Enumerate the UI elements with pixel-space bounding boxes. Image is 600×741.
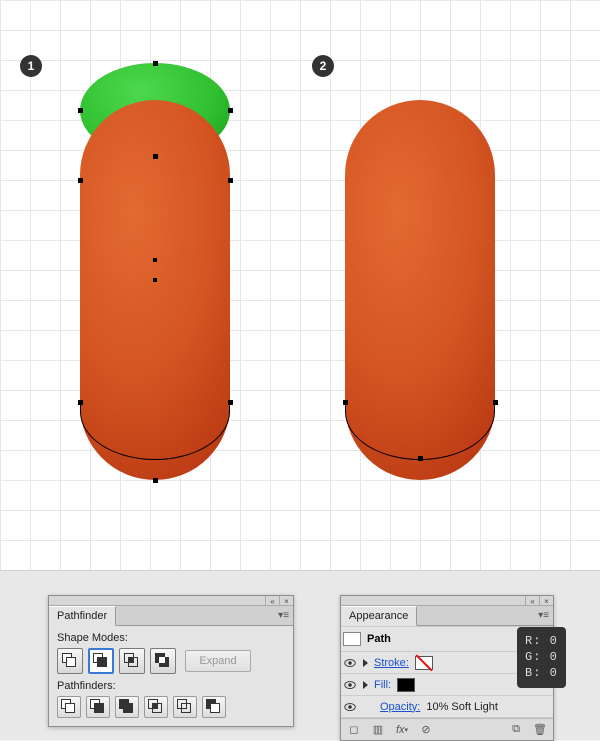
panel-titlebar[interactable]: « ×: [341, 596, 553, 606]
rgb-g: G: 0: [525, 649, 558, 665]
panel-menu-icon[interactable]: ▾≡: [278, 610, 289, 621]
anchor-point[interactable]: [228, 108, 233, 113]
pathfinder-body: Shape Modes: Expand Pathfinders:: [49, 626, 293, 726]
new-art-basic-icon[interactable]: ◻: [345, 722, 363, 738]
anchor-point[interactable]: [153, 61, 158, 66]
anchor-point[interactable]: [153, 478, 158, 483]
pathfinders-label: Pathfinders:: [57, 680, 285, 692]
opacity-row[interactable]: Opacity: 10% Soft Light: [341, 696, 553, 718]
shape-modes-label: Shape Modes:: [57, 632, 285, 644]
center-point: [153, 258, 157, 262]
step-badge-1: 1: [20, 55, 42, 77]
disclosure-icon[interactable]: [363, 681, 368, 689]
panel-titlebar[interactable]: « ×: [49, 596, 293, 606]
trash-icon[interactable]: 🗑: [531, 722, 549, 738]
shape-mode-unite[interactable]: [57, 648, 83, 674]
layers-icon[interactable]: ▥: [369, 722, 387, 738]
opacity-label[interactable]: Opacity:: [380, 701, 420, 713]
artboard-grid: 1 2: [0, 0, 600, 570]
visibility-toggle[interactable]: [343, 656, 357, 670]
visibility-toggle[interactable]: [343, 700, 357, 714]
center-point: [153, 278, 157, 282]
pathfinder-trim[interactable]: [86, 696, 110, 718]
panel-menu-icon[interactable]: ▾≡: [538, 610, 549, 621]
tab-pathfinder[interactable]: Pathfinder: [49, 606, 116, 626]
close-icon[interactable]: ×: [279, 596, 293, 606]
pathfinder-outline[interactable]: [173, 696, 197, 718]
shape-mode-intersect[interactable]: [119, 648, 145, 674]
clear-icon[interactable]: ⊘: [417, 722, 435, 738]
tab-appearance[interactable]: Appearance: [341, 606, 417, 626]
object-name: Path: [367, 633, 391, 645]
anchor-point[interactable]: [493, 400, 498, 405]
anchor-point[interactable]: [78, 178, 83, 183]
panel-tabs: Pathfinder ▾≡: [49, 606, 293, 626]
shape-mode-exclude[interactable]: [150, 648, 176, 674]
step-badge-2: 2: [312, 55, 334, 77]
opacity-value: 10% Soft Light: [426, 701, 498, 713]
shape-mode-minus-front[interactable]: [88, 648, 114, 674]
duplicate-icon[interactable]: ⧉: [507, 722, 525, 738]
stroke-swatch-none[interactable]: [415, 656, 433, 670]
anchor-point[interactable]: [153, 154, 158, 159]
panel-tabs: Appearance ▾≡: [341, 606, 553, 626]
stroke-label[interactable]: Stroke:: [374, 657, 409, 669]
rgb-readout: R: 0 G: 0 B: 0: [517, 627, 566, 688]
collapse-icon[interactable]: «: [525, 596, 539, 606]
rgb-r: R: 0: [525, 633, 558, 649]
collapse-icon[interactable]: «: [265, 596, 279, 606]
pathfinder-divide[interactable]: [57, 696, 81, 718]
anchor-point[interactable]: [228, 178, 233, 183]
pathfinder-minus-back[interactable]: [202, 696, 226, 718]
rgb-b: B: 0: [525, 665, 558, 681]
object-thumbnail: [343, 632, 361, 646]
expand-button[interactable]: Expand: [185, 650, 251, 672]
close-icon[interactable]: ×: [539, 596, 553, 606]
pathfinder-panel[interactable]: « × Pathfinder ▾≡ Shape Modes: Expand Pa…: [48, 595, 294, 727]
anchor-point[interactable]: [78, 108, 83, 113]
add-effect-icon[interactable]: fx▾: [393, 722, 411, 738]
anchor-point[interactable]: [343, 400, 348, 405]
fill-swatch-black[interactable]: [397, 678, 415, 692]
disclosure-icon[interactable]: [363, 659, 368, 667]
pathfinder-crop[interactable]: [144, 696, 168, 718]
fill-label[interactable]: Fill:: [374, 679, 391, 691]
anchor-point[interactable]: [418, 456, 423, 461]
appearance-footer: ◻ ▥ fx▾ ⊘ ⧉ 🗑: [341, 718, 553, 740]
visibility-toggle[interactable]: [343, 678, 357, 692]
pathfinder-merge[interactable]: [115, 696, 139, 718]
